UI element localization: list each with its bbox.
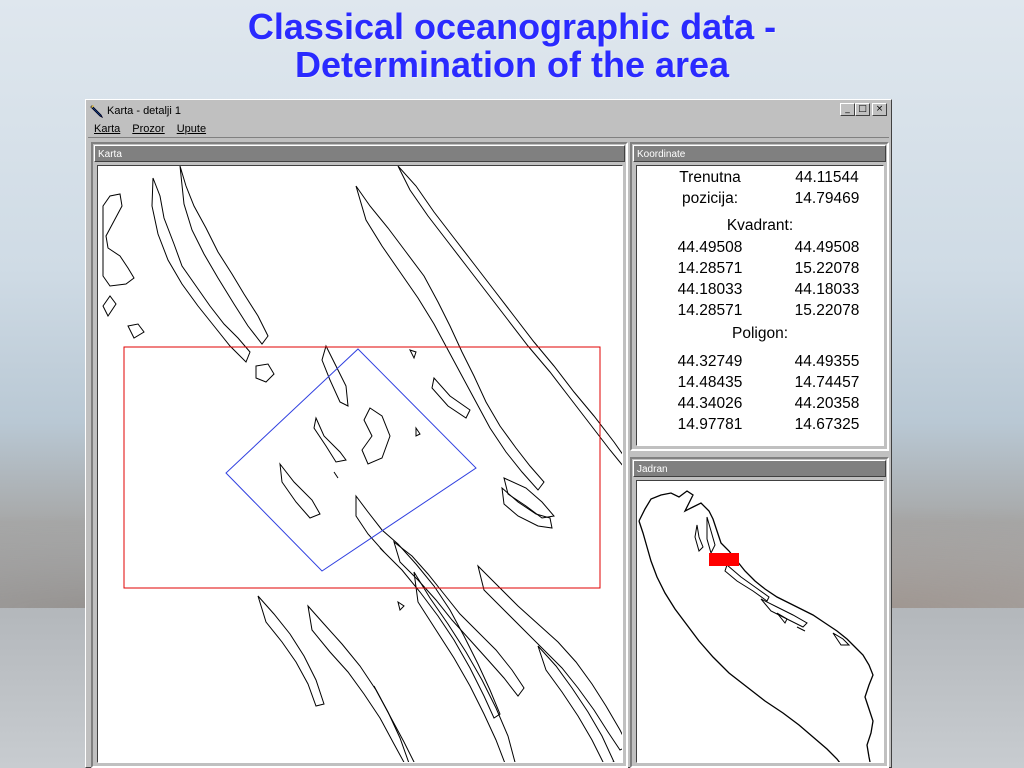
menu-prozor[interactable]: Prozor <box>126 123 170 135</box>
quadrant-value: 15.22078 <box>794 302 860 319</box>
coastline-island-5 <box>313 416 347 463</box>
current-lat: 44.11544 <box>795 169 859 186</box>
overview-pane-title: Jadran <box>633 460 886 477</box>
menu-bar: Karta Prozor Upute <box>88 120 889 138</box>
quadrant-label: Kvadrant: <box>726 217 794 234</box>
close-button[interactable]: × <box>872 103 887 116</box>
quadrant-value: 15.22078 <box>794 260 860 277</box>
coastline-island-2 <box>179 166 269 345</box>
slide-title-line2: Determination of the area <box>294 44 730 85</box>
islet-2 <box>255 363 275 383</box>
polygon-value: 14.74457 <box>794 374 860 391</box>
window-controls: _ □ × <box>840 103 887 116</box>
polygon-value: 44.20358 <box>794 395 860 412</box>
islet-7 <box>397 600 405 611</box>
islet-5 <box>333 471 339 479</box>
slide-title-line1: Classical oceanographic data - <box>247 6 777 47</box>
polygon-value: 44.49355 <box>794 353 860 370</box>
dalmatian-islands-3 <box>776 612 806 632</box>
coastline-lower-5 <box>537 645 615 762</box>
coastline-lower-1 <box>355 494 501 719</box>
coastline-map <box>102 166 622 762</box>
coastline-lower-8 <box>373 685 410 762</box>
coastline-island-4 <box>431 376 471 419</box>
polygon-area <box>225 348 477 572</box>
islet-1 <box>127 323 145 339</box>
quadrant-value: 14.28571 <box>677 302 743 319</box>
islet-8 <box>102 295 117 317</box>
polygon-value: 14.48435 <box>677 374 743 391</box>
polygon-value: 14.67325 <box>794 416 860 433</box>
current-label-1: Trenutna <box>679 169 741 186</box>
coastline-lower-3 <box>413 571 516 762</box>
menu-karta[interactable]: Karta <box>88 123 126 135</box>
current-lon: 14.79469 <box>794 190 860 207</box>
coastline-north <box>102 193 135 287</box>
coastline-island-1 <box>151 177 251 363</box>
adriatic-coastline <box>638 490 874 762</box>
adriatic-west-coast <box>638 520 841 762</box>
quadrant-value: 44.18033 <box>677 281 743 298</box>
map-canvas[interactable] <box>97 165 623 763</box>
map-pane: Karta <box>91 142 628 768</box>
overview-canvas[interactable] <box>636 480 884 763</box>
current-label-2: pozicija: <box>682 190 738 207</box>
islet-3 <box>409 349 417 360</box>
polygon-value: 44.32749 <box>677 353 743 370</box>
coastline-lower-6 <box>307 604 415 762</box>
coordinates-pane: Koordinate Trenutna 44.11544 pozicija: 1… <box>630 142 889 451</box>
area-highlight <box>709 553 739 566</box>
minimize-button[interactable]: _ <box>840 103 855 116</box>
quadrant-rectangle <box>123 346 601 589</box>
coordinates-body: Trenutna 44.11544 pozicija: 14.79469 Kva… <box>636 165 884 446</box>
window-title: Karta - detalji 1 <box>107 104 181 117</box>
quadrant-value: 44.49508 <box>794 239 860 256</box>
coastline-island-7 <box>279 462 321 519</box>
quadrant-value: 44.18033 <box>794 281 860 298</box>
dalmatian-islands-2 <box>760 598 808 628</box>
polygon-value: 14.97781 <box>677 416 743 433</box>
slide-title: Classical oceanographic data - Determina… <box>0 8 1024 84</box>
coastline-long-island-1 <box>355 185 545 491</box>
menu-upute[interactable]: Upute <box>171 123 212 135</box>
window-titlebar[interactable]: Karta - detalji 1 _ □ × <box>88 102 889 119</box>
quadrant-value: 14.28571 <box>677 260 743 277</box>
map-pane-title: Karta <box>94 145 625 162</box>
coastline-island-6 <box>361 407 391 465</box>
coastline-lower-4 <box>477 564 622 751</box>
coastline-island-8 <box>503 477 555 519</box>
coastline-bay <box>501 486 553 529</box>
coastline-long-island-2 <box>397 166 622 466</box>
islet-6 <box>379 547 385 553</box>
maximize-button[interactable]: □ <box>855 103 870 116</box>
polygon-value: 44.34026 <box>677 395 743 412</box>
dalmatian-islands <box>724 564 770 602</box>
app-window: Karta - detalji 1 _ □ × Karta Prozor Upu… <box>85 99 892 768</box>
islet-4 <box>415 426 421 437</box>
adriatic-overview-map <box>638 490 874 762</box>
app-pencil-icon <box>90 104 104 118</box>
coordinates-pane-title: Koordinate <box>633 145 886 162</box>
kvarner-islands-2 <box>694 524 704 552</box>
coastline-island-3 <box>321 344 349 407</box>
coastline-lower-2 <box>393 540 525 697</box>
quadrant-value: 44.49508 <box>677 239 743 256</box>
overview-pane: Jadran <box>630 457 889 768</box>
polygon-label: Poligon: <box>731 325 788 342</box>
